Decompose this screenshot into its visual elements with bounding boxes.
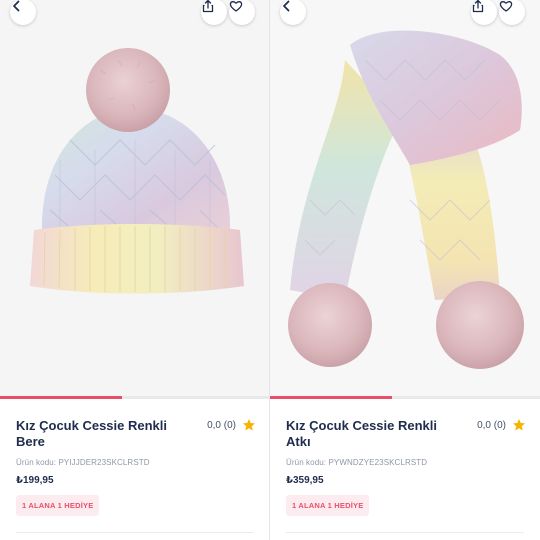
product-panel-hat: Kız Çocuk Cessie Renkli Bere 0,0 (0) Ürü… (0, 0, 270, 540)
product-title: Kız Çocuk Cessie Renkli Atkı (286, 418, 437, 449)
back-button[interactable] (280, 0, 306, 25)
rating[interactable]: 0,0 (0) (207, 418, 256, 432)
product-image-hat[interactable] (0, 0, 269, 398)
screen: Kız Çocuk Cessie Renkli Bere 0,0 (0) Ürü… (0, 0, 540, 540)
product-info: Kız Çocuk Cessie Renkli Atkı 0,0 (0) Ürü… (270, 400, 540, 540)
knit-hat-image (30, 48, 244, 294)
favorite-button[interactable] (499, 0, 525, 25)
rating[interactable]: 0,0 (0) (477, 418, 526, 432)
share-icon (472, 0, 484, 13)
image-progress-fill (0, 396, 122, 399)
knit-scarf-image (288, 30, 524, 369)
star-icon (513, 419, 525, 431)
product-code: Ürün kodu: PYIJJDER23SKCLRSTD (16, 458, 150, 467)
heart-icon (499, 1, 513, 12)
image-progress-bar (270, 396, 540, 399)
share-button[interactable] (201, 0, 227, 25)
back-arrow-icon (283, 0, 290, 12)
product-price: ₺359,95 (286, 475, 324, 486)
campaign-badge[interactable]: 1 ALANA 1 HEDİYE (286, 495, 370, 516)
product-info: Kız Çocuk Cessie Renkli Bere 0,0 (0) Ürü… (0, 400, 269, 540)
product-image-scarf[interactable] (270, 0, 540, 398)
image-progress-fill (270, 396, 392, 399)
rating-text: 0,0 (0) (207, 419, 236, 431)
back-arrow-icon (13, 0, 20, 12)
image-progress-bar (0, 396, 269, 399)
product-price: ₺199,95 (16, 475, 54, 486)
product-code: Ürün kodu: PYWNDZYE23SKCLRSTD (286, 458, 428, 467)
share-icon (202, 0, 214, 13)
favorite-button[interactable] (229, 0, 255, 25)
back-button[interactable] (10, 0, 36, 25)
star-icon (243, 419, 255, 431)
bottom-divider (270, 526, 540, 540)
product-title: Kız Çocuk Cessie Renkli Bere (16, 418, 167, 449)
campaign-badge[interactable]: 1 ALANA 1 HEDİYE (16, 495, 100, 516)
bottom-divider (0, 526, 269, 540)
rating-text: 0,0 (0) (477, 419, 506, 431)
product-panel-scarf: Kız Çocuk Cessie Renkli Atkı 0,0 (0) Ürü… (270, 0, 540, 540)
share-button[interactable] (471, 0, 497, 25)
heart-icon (229, 1, 243, 12)
